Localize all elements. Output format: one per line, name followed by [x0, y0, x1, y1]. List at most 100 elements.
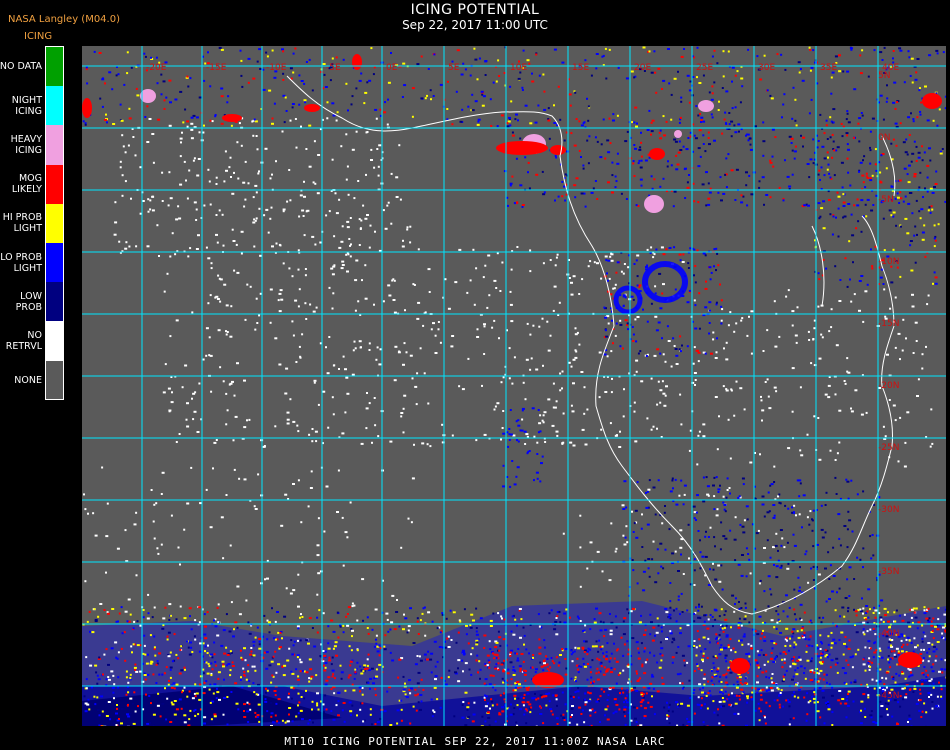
icing-pixel [769, 161, 773, 164]
icing-pixel [366, 81, 369, 84]
icing-pixel [368, 402, 371, 405]
icing-pixel [402, 62, 406, 65]
icing-pixel [919, 87, 921, 90]
icing-pixel [301, 333, 304, 336]
icing-pixel [836, 146, 840, 149]
icing-pixel [828, 199, 831, 201]
icing-pixel [344, 531, 348, 534]
icing-pixel [178, 698, 182, 701]
icing-pixel [676, 724, 679, 726]
icing-pixel [708, 690, 711, 693]
icing-pixel [299, 661, 303, 664]
icing-pixel [640, 159, 643, 162]
icing-pixel [572, 696, 575, 699]
icing-pixel [175, 708, 179, 711]
icing-pixel [583, 121, 586, 124]
icing-pixel [818, 458, 822, 461]
icing-pixel [607, 181, 610, 184]
icing-pixel [717, 264, 720, 267]
icing-pixel [265, 691, 267, 694]
icing-pixel [893, 611, 896, 614]
icing-pixel [689, 697, 692, 699]
icing-pixel [874, 163, 877, 166]
icing-pixel [809, 635, 812, 638]
icing-pixel [298, 701, 301, 704]
icing-pixel [395, 196, 399, 198]
icing-pixel [116, 657, 119, 660]
icing-pixel [578, 706, 582, 709]
icing-pixel [769, 686, 773, 689]
icing-pixel [194, 683, 197, 686]
icing-pixel [796, 659, 800, 662]
icing-pixel [528, 62, 531, 65]
icing-pixel [547, 349, 551, 352]
icing-pixel [624, 296, 627, 299]
icing-pixel [240, 59, 243, 62]
icing-pixel [941, 697, 943, 700]
icing-pixel [583, 640, 586, 643]
icing-pixel [594, 136, 597, 139]
icing-pixel [412, 642, 416, 644]
icing-pixel [342, 702, 346, 704]
icing-pixel [724, 618, 728, 621]
icing-pixel [695, 646, 698, 649]
icing-pixel [464, 691, 468, 694]
icing-pixel [551, 713, 554, 716]
icing-pixel [848, 639, 851, 642]
icing-pixel [893, 650, 896, 653]
icing-pixel [654, 581, 658, 584]
icing-pixel [757, 529, 760, 532]
icing-pixel [277, 631, 280, 634]
icing-pixel [517, 77, 521, 80]
icing-pixel [793, 613, 796, 616]
icing-pixel [686, 717, 689, 720]
icing-pixel [309, 303, 312, 306]
icing-pixel [696, 249, 699, 252]
icing-pixel [721, 87, 724, 89]
icing-pixel [222, 629, 226, 632]
icing-pixel [209, 203, 212, 206]
icing-pixel [492, 674, 495, 677]
icing-pixel [335, 654, 338, 657]
icing-pixel [667, 48, 670, 50]
icing-pixel [743, 618, 747, 621]
icing-pixel [274, 620, 277, 623]
icing-pixel [337, 700, 340, 703]
icing-pixel [626, 640, 629, 643]
icing-pixel [129, 673, 132, 676]
icing-pixel [501, 427, 504, 429]
icing-pixel [583, 665, 587, 668]
icing-pixel [129, 697, 133, 700]
icing-pixel [825, 267, 828, 270]
icing-pixel [673, 77, 677, 80]
icing-pixel [85, 68, 88, 71]
icing-pixel [560, 714, 563, 717]
icing-pixel [885, 671, 889, 674]
icing-pixel [524, 679, 527, 682]
icing-pixel [82, 120, 85, 123]
icing-pixel [908, 625, 912, 628]
icing-pixel [707, 618, 710, 621]
icing-pixel [165, 666, 168, 669]
icing-pixel [169, 668, 172, 671]
icing-pixel [225, 392, 228, 395]
icing-pixel [161, 171, 164, 174]
icing-pixel [316, 616, 319, 619]
icing-pixel [707, 137, 710, 139]
icing-pixel [724, 647, 728, 650]
icing-pixel [930, 408, 933, 411]
icing-pixel [584, 703, 587, 706]
icing-pixel [600, 428, 603, 431]
icing-pixel [770, 652, 773, 655]
icing-pixel [488, 661, 491, 664]
icing-pixel [179, 137, 183, 140]
icing-pixel [427, 268, 431, 271]
icing-pixel [853, 608, 855, 611]
icing-pixel [311, 235, 315, 238]
icing-pixel [516, 724, 519, 726]
icing-pixel [633, 686, 637, 689]
icing-pixel [357, 180, 360, 182]
icing-pixel [441, 423, 444, 426]
icing-pixel [493, 319, 496, 322]
icing-pixel [739, 387, 743, 390]
